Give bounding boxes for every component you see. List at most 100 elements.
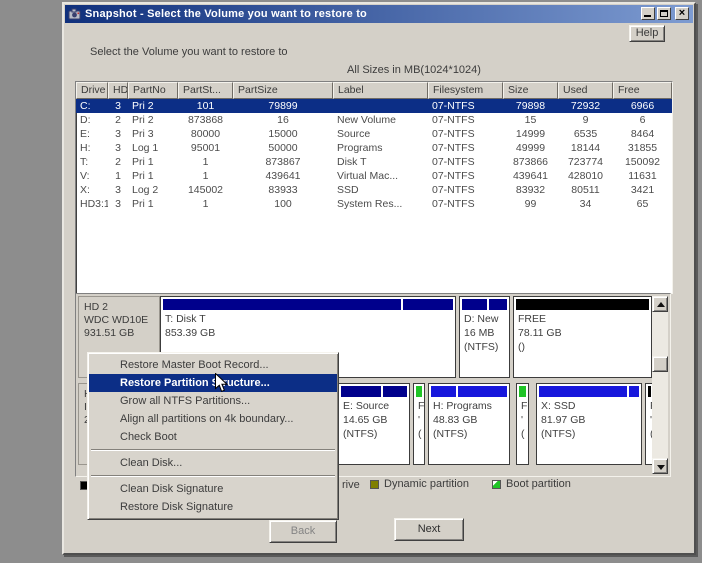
partition-usage-bar — [519, 386, 526, 397]
cell-hd: 3 — [108, 183, 128, 197]
column-header-partsize[interactable]: PartSize — [233, 82, 333, 99]
table-row-h[interactable]: H: 3 Log 1 95001 50000 Programs 07-NTFS … — [76, 141, 672, 155]
partition-usage-bar — [431, 386, 507, 397]
cell-free: 3421 — [613, 183, 672, 197]
table-row-x[interactable]: X: 3 Log 2 145002 83933 SSD 07-NTFS 8393… — [76, 183, 672, 197]
column-header-drive[interactable]: Drive — [76, 82, 108, 99]
cell-drive: T: — [76, 155, 108, 169]
column-header-used[interactable]: Used — [558, 82, 613, 99]
cell-used: 80511 — [558, 183, 613, 197]
partition-free-small-2[interactable]: F ' ( — [516, 383, 529, 465]
cell-hd: 1 — [108, 169, 128, 183]
column-header-filesystem[interactable]: Filesystem — [428, 82, 503, 99]
cell-filesystem: 07-NTFS — [428, 197, 503, 211]
partition-d-new[interactable]: D: New 16 MB (NTFS) — [459, 296, 510, 378]
partition-free-hd2[interactable]: FREE 78.11 GB () — [513, 296, 652, 378]
cell-partst: 1 — [178, 197, 233, 211]
cell-partst: 873868 — [178, 113, 233, 127]
cell-partsize: 873867 — [233, 155, 333, 169]
column-header-partst[interactable]: PartSt... — [178, 82, 233, 99]
partition-title: F — [517, 399, 528, 413]
cell-free: 6 — [613, 113, 672, 127]
back-button[interactable]: Back — [269, 520, 337, 543]
disk-capacity: 931.51 GB — [84, 327, 159, 340]
cell-filesystem: 07-NTFS — [428, 127, 503, 141]
cell-partsize: 50000 — [233, 141, 333, 155]
close-button[interactable]: × — [675, 7, 689, 20]
table-row-d[interactable]: D: 2 Pri 2 873868 16 New Volume 07-NTFS … — [76, 113, 672, 127]
menu-item-align-4k[interactable]: Align all partitions on 4k boundary... — [89, 410, 337, 428]
legend-boot-swatch — [492, 480, 501, 489]
cell-drive: V: — [76, 169, 108, 183]
cell-drive: E: — [76, 127, 108, 141]
scrollbar-thumb[interactable] — [652, 356, 668, 372]
next-button[interactable]: Next — [394, 518, 464, 541]
help-button[interactable]: Help — [629, 25, 665, 42]
cell-filesystem: 07-NTFS — [428, 99, 503, 113]
cell-used: 428010 — [558, 169, 613, 183]
column-header-partno[interactable]: PartNo — [128, 82, 178, 99]
volume-table: Drive HD PartNo PartSt... PartSize Label… — [75, 81, 673, 294]
partition-usage-bar — [539, 386, 639, 397]
column-header-hd[interactable]: HD — [108, 82, 128, 99]
cell-hd: 2 — [108, 113, 128, 127]
scroll-up-button[interactable] — [652, 296, 668, 312]
table-row-hd31[interactable]: HD3:1 3 Pri 1 1 100 System Res... 07-NTF… — [76, 197, 672, 211]
app-icon — [68, 8, 81, 21]
table-row-c[interactable]: C: 3 Pri 2 101 79899 07-NTFS 79898 72932… — [76, 99, 672, 113]
partition-usage-bar — [163, 299, 453, 310]
cell-size: 79898 — [503, 99, 558, 113]
column-header-free[interactable]: Free — [613, 82, 672, 99]
menu-item-restore-mbr[interactable]: Restore Master Boot Record... — [89, 356, 337, 374]
cell-free: 8464 — [613, 127, 672, 141]
cell-hd: 3 — [108, 99, 128, 113]
cell-label: New Volume — [333, 113, 428, 127]
cell-label: Disk T — [333, 155, 428, 169]
cell-filesystem: 07-NTFS — [428, 113, 503, 127]
column-header-label[interactable]: Label — [333, 82, 428, 99]
partition-x-ssd[interactable]: X: SSD 81.97 GB (NTFS) — [536, 383, 642, 465]
partition-title: FREE — [514, 312, 651, 326]
cell-partno: Pri 2 — [128, 113, 178, 127]
arrow-down-icon — [657, 465, 665, 470]
table-row-e[interactable]: E: 3 Pri 3 80000 15000 Source 07-NTFS 14… — [76, 127, 672, 141]
menu-item-restore-disk-signature[interactable]: Restore Disk Signature — [89, 498, 337, 516]
cell-drive: X: — [76, 183, 108, 197]
partition-e-source[interactable]: E: Source 14.65 GB (NTFS) — [338, 383, 410, 465]
cell-partsize: 16 — [233, 113, 333, 127]
menu-item-grow-ntfs[interactable]: Grow all NTFS Partitions... — [89, 392, 337, 410]
column-header-size[interactable]: Size — [503, 82, 558, 99]
partition-size: 48.83 GB — [429, 413, 509, 427]
partition-title: E: Source — [339, 399, 409, 413]
cell-used: 18144 — [558, 141, 613, 155]
cell-label: SSD — [333, 183, 428, 197]
disk-panel-scrollbar[interactable] — [652, 296, 668, 474]
partition-h-programs[interactable]: H: Programs 48.83 GB (NTFS) — [428, 383, 510, 465]
maximize-button[interactable] — [657, 7, 671, 20]
partition-free-small-1[interactable]: F ' ( — [413, 383, 425, 465]
table-row-v[interactable]: V: 1 Pri 1 1 439641 Virtual Mac... 07-NT… — [76, 169, 672, 183]
minimize-button[interactable] — [641, 7, 655, 20]
partition-usage-bar — [648, 386, 651, 397]
cell-partno: Pri 1 — [128, 155, 178, 169]
menu-item-restore-partition-structure[interactable]: Restore Partition Structure... — [89, 374, 337, 392]
menu-item-clean-disk[interactable]: Clean Disk... — [89, 454, 337, 472]
cell-partst: 80000 — [178, 127, 233, 141]
cell-size: 99 — [503, 197, 558, 211]
screen: { "colors": { "desktop_bg": "#8d8d8d", "… — [0, 0, 702, 563]
scroll-down-button[interactable] — [652, 458, 668, 474]
partition-title: F — [414, 399, 424, 413]
partition-title: H: Programs — [429, 399, 509, 413]
cell-label: System Res... — [333, 197, 428, 211]
cell-drive: D: — [76, 113, 108, 127]
cell-size: 15 — [503, 113, 558, 127]
partition-size: 78.11 GB — [514, 326, 651, 340]
cell-free: 65 — [613, 197, 672, 211]
menu-item-clean-disk-signature[interactable]: Clean Disk Signature — [89, 480, 337, 498]
partition-size: 16 MB — [460, 326, 509, 340]
cell-hd: 2 — [108, 155, 128, 169]
cell-size: 83932 — [503, 183, 558, 197]
table-row-t[interactable]: T: 2 Pri 1 1 873867 Disk T 07-NTFS 87386… — [76, 155, 672, 169]
menu-item-check-boot[interactable]: Check Boot — [89, 428, 337, 446]
partition-fs: ( — [517, 427, 528, 441]
